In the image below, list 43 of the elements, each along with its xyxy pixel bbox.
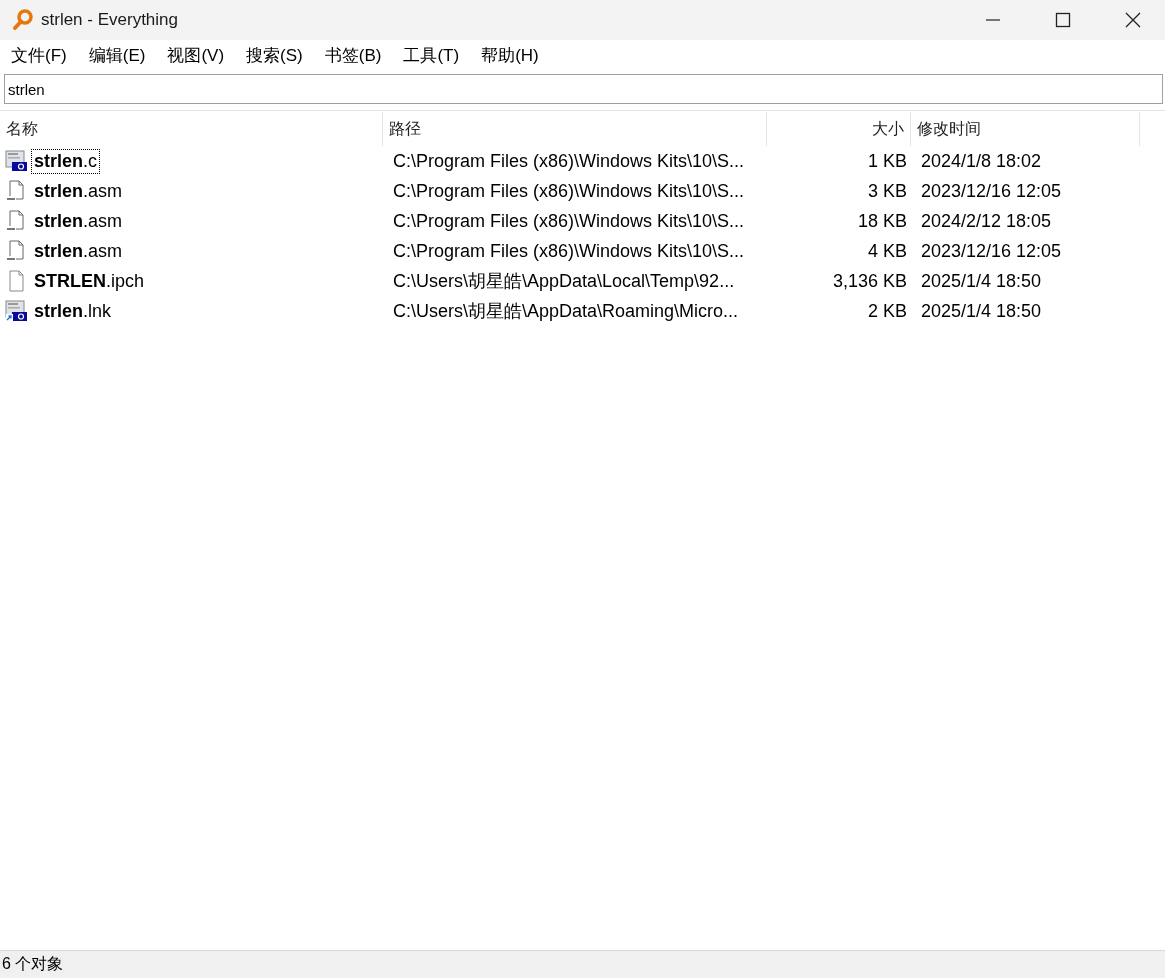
column-header[interactable]: 修改时间: [911, 112, 1140, 146]
table-cell: 2024/1/8 18:02: [921, 150, 1042, 171]
table-cell: 2 KB: [867, 300, 907, 321]
close-icon[interactable]: [1125, 12, 1141, 28]
table-cell: C:\Program Files (x86)\Windows Kits\10\S...: [393, 180, 745, 201]
table-cell: 4 KB: [867, 240, 907, 261]
menu-item[interactable]: 文件(F): [11, 43, 67, 67]
table-cell: 2025/1/4 18:50: [921, 300, 1042, 321]
table-cell: C:\Program Files (x86)\Windows Kits\10\S...: [393, 240, 745, 261]
status-text: 6 个对象: [2, 954, 64, 974]
c-file-icon: [5, 150, 28, 172]
file-name[interactable]: STRLEN.ipch: [31, 268, 148, 294]
menu-item[interactable]: 视图(V): [167, 43, 225, 67]
shortcut-file-icon: [5, 300, 28, 322]
maximize-icon[interactable]: [1055, 12, 1071, 28]
table-cell: C:\Users\胡星皓\AppData\Roaming\Micro...: [393, 301, 739, 321]
table-cell: C:\Program Files (x86)\Windows Kits\10\S...: [393, 210, 745, 231]
menu-item[interactable]: 帮助(H): [481, 43, 539, 67]
menu-item[interactable]: 书签(B): [324, 43, 382, 67]
table-cell: 18 KB: [857, 210, 907, 231]
table-cell: 3,136 KB: [832, 270, 907, 291]
column-header[interactable]: 大小: [767, 112, 911, 146]
table-cell: 2025/1/4 18:50: [921, 270, 1042, 291]
column-header[interactable]: 名称: [0, 112, 383, 146]
search-field[interactable]: strlen: [4, 74, 1163, 104]
table-cell: C:\Program Files (x86)\Windows Kits\10\S...: [393, 150, 745, 171]
file-name[interactable]: strlen.asm: [31, 238, 126, 264]
table-cell: 1 KB: [867, 150, 907, 171]
table-cell: 3 KB: [867, 180, 907, 201]
file-name[interactable]: strlen.lnk: [31, 298, 115, 324]
table-cell: 2024/2/12 18:05: [921, 210, 1052, 231]
table-cell: C:\Users\胡星皓\AppData\Local\Temp\92...: [393, 271, 735, 291]
file-name[interactable]: strlen.asm: [31, 208, 126, 234]
file-name[interactable]: strlen.c: [31, 148, 101, 174]
menu-item[interactable]: 搜索(S): [246, 43, 303, 67]
magnifier-icon: [11, 8, 35, 32]
menu-item[interactable]: 工具(T): [403, 43, 460, 67]
table-cell: 2023/12/16 12:05: [921, 240, 1062, 261]
column-header[interactable]: 路径: [383, 112, 767, 146]
menu-item[interactable]: 编辑(E): [88, 43, 146, 67]
window-title: strlen - Everything: [41, 10, 178, 30]
table-cell: 2023/12/16 12:05: [921, 180, 1062, 201]
file-name[interactable]: strlen.asm: [31, 178, 126, 204]
